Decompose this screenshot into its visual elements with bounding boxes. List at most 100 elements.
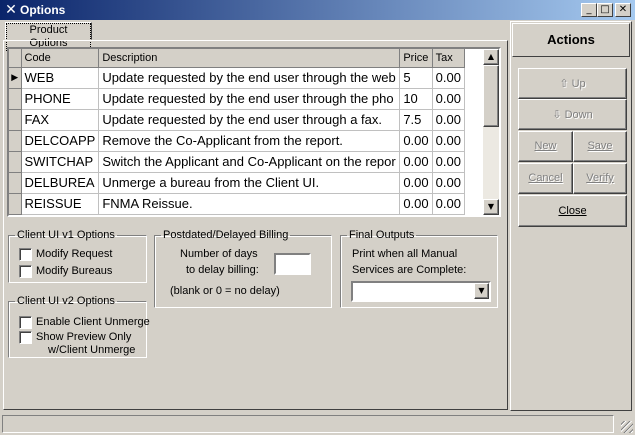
table-row[interactable]: ▶ WEB Update requested by the end user t… [9, 67, 465, 89]
cell-price[interactable]: 0.00 [399, 130, 433, 152]
close-icon: ✕ [618, 4, 628, 15]
column-header-price[interactable]: Price [399, 49, 433, 68]
close-window-button[interactable]: ✕ [615, 3, 631, 17]
minimize-button[interactable]: _ [581, 3, 597, 17]
cell-code[interactable]: WEB [21, 67, 100, 89]
cell-tax[interactable]: 0.00 [432, 88, 465, 110]
cell-tax[interactable]: 0.00 [432, 151, 465, 173]
table-row[interactable]: FAX Update requested by the end user thr… [9, 109, 465, 131]
client-ui-v2-legend: Client UI v2 Options [17, 295, 115, 307]
cell-tax[interactable]: 0.00 [432, 109, 465, 131]
enable-client-unmerge-checkbox[interactable] [19, 316, 32, 329]
cell-description[interactable]: Update requested by the end user through… [98, 109, 401, 131]
row-selector[interactable] [9, 172, 22, 194]
table-row[interactable]: SWITCHAP Switch the Applicant and Co-App… [9, 151, 465, 173]
scroll-down-button[interactable]: ▼ [483, 199, 499, 215]
save-button[interactable]: Save [573, 131, 627, 162]
title-bar: ✕ Options _ □ ✕ [0, 0, 635, 20]
new-button[interactable]: New [518, 131, 573, 162]
cell-code[interactable]: SWITCHAP [21, 151, 100, 173]
table-row[interactable]: DELCOAPP Remove the Co-Applicant from th… [9, 130, 465, 152]
save-button-label: Save [587, 140, 613, 152]
cell-description[interactable]: Update requested by the end user through… [98, 67, 401, 89]
chevron-down-icon: ▼ [478, 286, 485, 295]
grid-table: Code Description Price Tax ▶ WEB Update … [9, 49, 465, 215]
modify-request-label[interactable]: Modify Request [36, 248, 112, 260]
cell-code[interactable]: DELBUREA [21, 172, 100, 194]
cell-tax[interactable]: 0.00 [432, 193, 465, 215]
product-options-grid[interactable]: Code Description Price Tax ▶ WEB Update … [7, 47, 501, 217]
up-button[interactable]: ⇧ Up [518, 68, 627, 99]
modify-bureaus-checkbox[interactable] [19, 265, 32, 278]
table-row[interactable]: REISSUE FNMA Reissue. 0.00 0.00 [9, 193, 465, 215]
cell-price[interactable]: 5 [399, 67, 433, 89]
delay-days-label-line1: Number of days [180, 248, 258, 260]
cell-description[interactable]: Unmerge a bureau from the Client UI. [98, 172, 401, 194]
close-button[interactable]: Close [518, 195, 627, 227]
show-preview-checkbox[interactable] [19, 331, 32, 344]
column-header-description[interactable]: Description [98, 49, 401, 68]
cell-tax[interactable]: 0.00 [432, 172, 465, 194]
delay-hint-text: (blank or 0 = no delay) [170, 285, 280, 297]
maximize-button[interactable]: □ [597, 3, 613, 17]
cell-code[interactable]: DELCOAPP [21, 130, 100, 152]
cell-code[interactable]: PHONE [21, 88, 100, 110]
row-selector[interactable] [9, 109, 22, 131]
column-header-tax[interactable]: Tax [432, 49, 465, 68]
column-header-code[interactable]: Code [21, 49, 100, 68]
client-ui-v1-legend: Client UI v1 Options [17, 229, 115, 241]
status-bar [0, 412, 635, 435]
row-selector[interactable] [9, 88, 22, 110]
scroll-up-button[interactable]: ▲ [483, 49, 499, 65]
cell-tax[interactable]: 0.00 [432, 130, 465, 152]
delay-days-label-line2: to delay billing: [186, 264, 259, 276]
cell-description[interactable]: Remove the Co-Applicant from the report. [98, 130, 401, 152]
cell-description[interactable]: FNMA Reissue. [98, 193, 401, 215]
cell-price[interactable]: 0.00 [399, 151, 433, 173]
down-button[interactable]: ⇩ Down [518, 99, 627, 130]
delay-days-input[interactable] [274, 253, 311, 275]
status-pane [2, 415, 614, 433]
grid-vertical-scrollbar[interactable]: ▲ ▼ [483, 49, 499, 215]
arrow-down-icon: ⇩ [552, 108, 562, 121]
arrow-up-icon: ⇧ [559, 77, 569, 90]
cell-code[interactable]: FAX [21, 109, 100, 131]
tab-product-options[interactable]: Product Options [5, 22, 92, 51]
row-selector[interactable] [9, 130, 22, 152]
final-outputs-legend: Final Outputs [349, 229, 415, 241]
cancel-button[interactable]: Cancel [518, 163, 573, 194]
final-outputs-select[interactable]: ▼ [351, 281, 491, 302]
cell-description[interactable]: Switch the Applicant and Co-Applicant on… [98, 151, 401, 173]
row-selector[interactable] [9, 151, 22, 173]
table-row[interactable]: DELBUREA Unmerge a bureau from the Clien… [9, 172, 465, 194]
cell-code[interactable]: REISSUE [21, 193, 100, 215]
final-outputs-dropdown-button[interactable]: ▼ [474, 283, 489, 299]
cell-tax[interactable]: 0.00 [432, 67, 465, 89]
new-button-label: New [534, 140, 557, 152]
verify-button-label: Verify [586, 172, 614, 184]
verify-button[interactable]: Verify [573, 163, 627, 194]
show-preview-label-line2[interactable]: w/Client Unmerge [48, 344, 135, 356]
down-button-label: Down [564, 109, 593, 121]
cell-description[interactable]: Update requested by the end user through… [98, 88, 401, 110]
table-row[interactable]: PHONE Update requested by the end user t… [9, 88, 465, 110]
enable-client-unmerge-label[interactable]: Enable Client Unmerge [36, 316, 150, 328]
row-selector[interactable] [9, 193, 22, 215]
cell-price[interactable]: 10 [399, 88, 433, 110]
modify-bureaus-label[interactable]: Modify Bureaus [36, 265, 112, 277]
grid-header-row: Code Description Price Tax [9, 49, 465, 68]
scroll-thumb[interactable] [483, 65, 499, 127]
show-preview-label-line1[interactable]: Show Preview Only [36, 331, 131, 343]
resize-grip-icon[interactable] [621, 421, 633, 433]
final-outputs-label-line2: Services are Complete: [352, 264, 467, 276]
up-button-label: Up [571, 78, 586, 90]
close-button-label: Close [558, 205, 587, 217]
delayed-billing-legend: Postdated/Delayed Billing [163, 229, 289, 241]
modify-request-checkbox[interactable] [19, 248, 32, 261]
cell-price[interactable]: 0.00 [399, 172, 433, 194]
cell-price[interactable]: 0.00 [399, 193, 433, 215]
cell-price[interactable]: 7.5 [399, 109, 433, 131]
current-row-indicator-icon: ▶ [9, 67, 22, 89]
cancel-button-label: Cancel [528, 172, 563, 184]
app-logo-icon: ✕ [5, 2, 17, 18]
